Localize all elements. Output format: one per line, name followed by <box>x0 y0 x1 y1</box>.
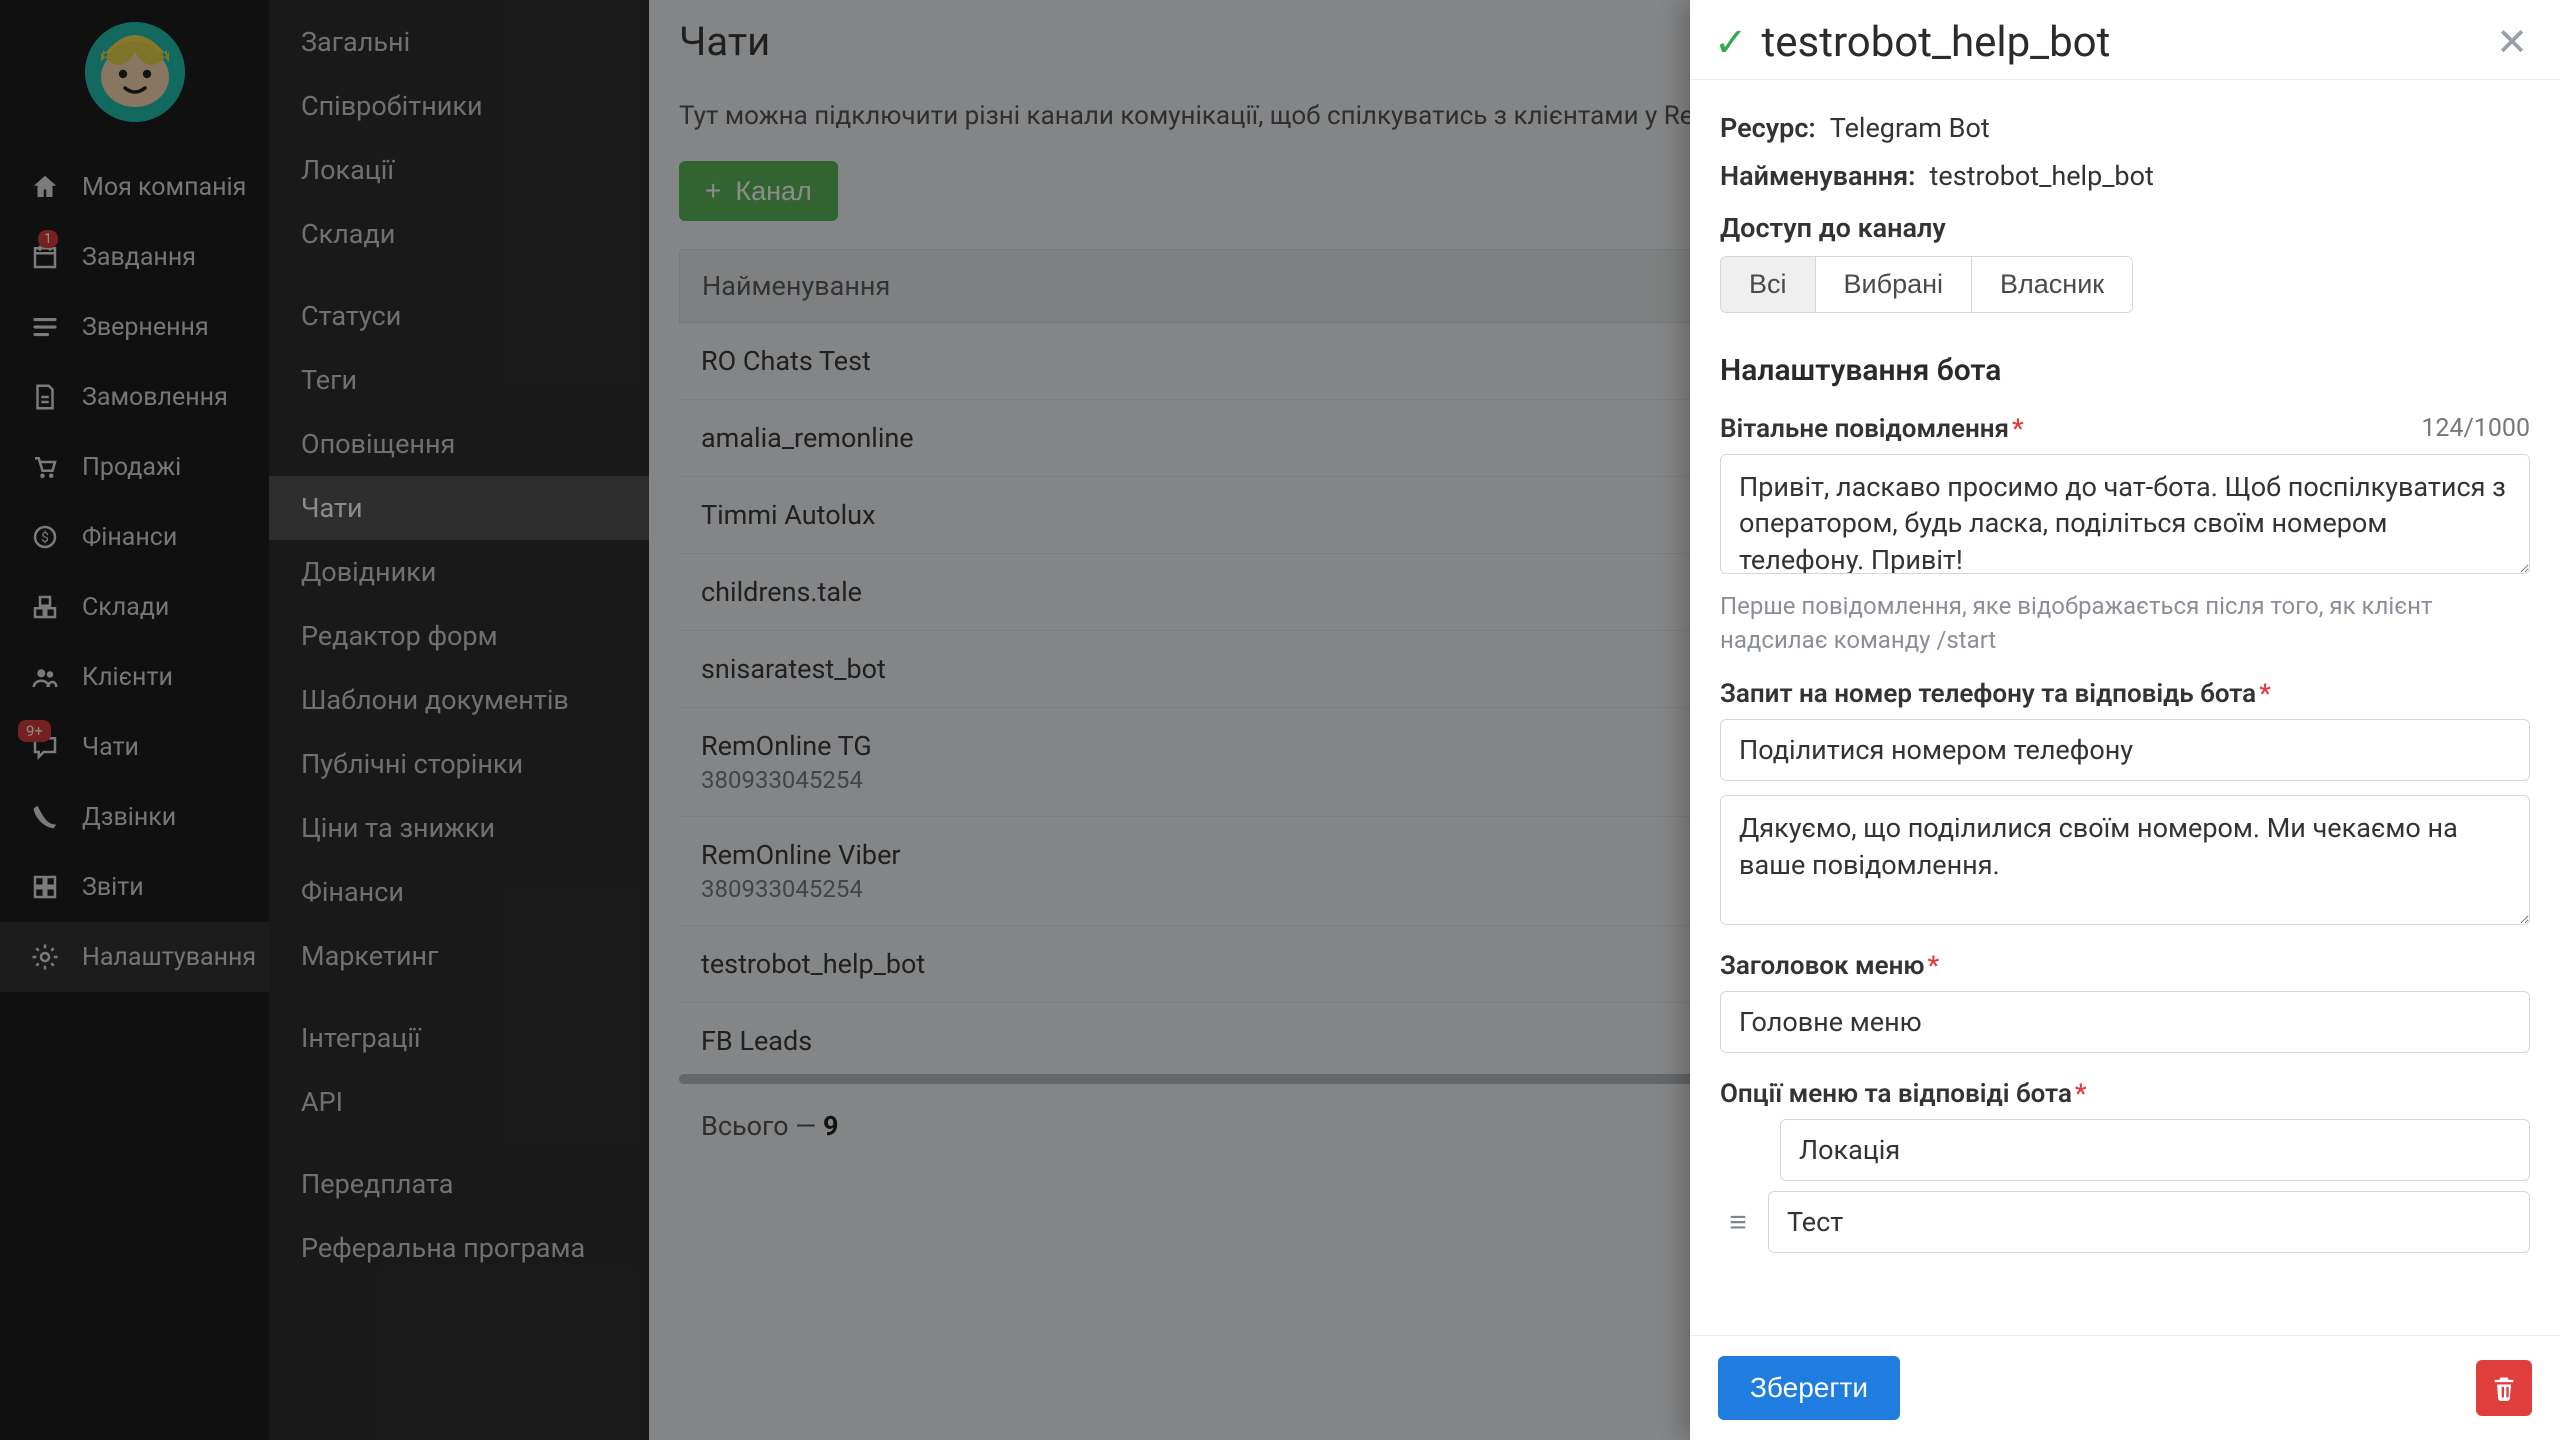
menu-option-row: ≡ <box>1720 1191 2530 1253</box>
save-button[interactable]: Зберегти <box>1718 1356 1900 1420</box>
resource-value: Telegram Bot <box>1830 112 1990 144</box>
access-option[interactable]: Всі <box>1720 256 1816 313</box>
welcome-label: Вітальне повідомлення <box>1720 414 2009 444</box>
resource-key: Ресурс: <box>1720 112 1816 144</box>
name-key: Найменування: <box>1720 160 1916 192</box>
phone-label: Запит на номер телефону та відповідь бот… <box>1720 679 2256 709</box>
welcome-textarea[interactable]: Привіт, ласкаво просимо до чат-бота. Щоб… <box>1720 454 2530 574</box>
check-icon: ✓ <box>1714 19 1748 66</box>
access-option[interactable]: Вибрані <box>1816 256 1973 313</box>
access-label: Доступ до каналу <box>1720 212 2530 244</box>
drag-handle-icon[interactable]: ≡ <box>1720 1205 1756 1240</box>
welcome-hint: Перше повідомлення, яке відображається п… <box>1720 590 2530 657</box>
welcome-counter: 124/1000 <box>2421 414 2530 444</box>
drawer-title: testrobot_help_bot <box>1762 18 2111 67</box>
menu-title-label: Заголовок меню <box>1720 951 1925 981</box>
bot-settings-heading: Налаштування бота <box>1720 353 2530 388</box>
menu-option-input[interactable] <box>1768 1191 2530 1253</box>
access-segmented: ВсіВибраніВласник <box>1720 256 2133 313</box>
phone-reply-textarea[interactable]: Дякуємо, що поділилися своїм номером. Ми… <box>1720 795 2530 925</box>
trash-icon <box>2490 1374 2518 1402</box>
close-icon[interactable]: ✕ <box>2488 16 2536 69</box>
menu-option-row <box>1720 1119 2530 1181</box>
name-value: testrobot_help_bot <box>1930 160 2154 192</box>
delete-button[interactable] <box>2476 1360 2532 1416</box>
menu-title-input[interactable] <box>1720 991 2530 1053</box>
options-label: Опції меню та відповіді бота <box>1720 1079 2072 1109</box>
channel-drawer: ✓ testrobot_help_bot ✕ Ресурс: Telegram … <box>1690 0 2560 1440</box>
menu-option-input[interactable] <box>1780 1119 2530 1181</box>
phone-button-input[interactable] <box>1720 719 2530 781</box>
access-option[interactable]: Власник <box>1972 256 2133 313</box>
